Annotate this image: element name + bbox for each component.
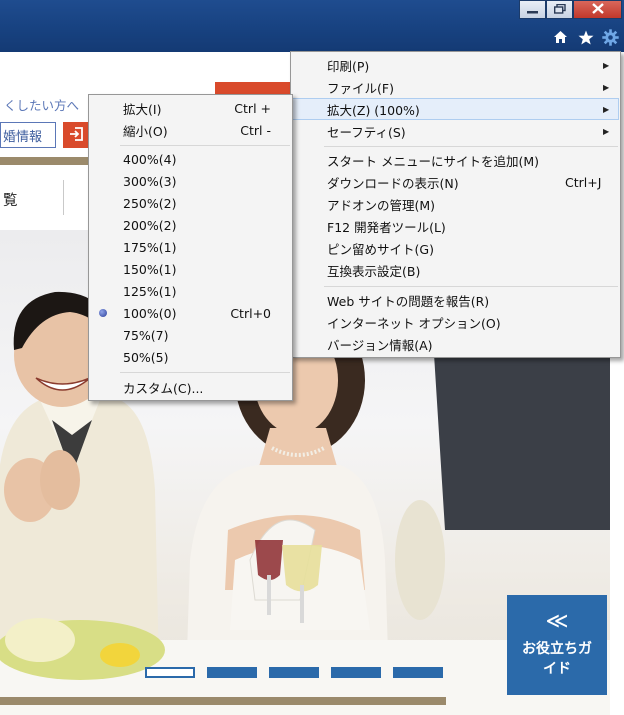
menu-item-shortcut: Ctrl+0 [230,305,271,321]
header-info-button[interactable]: 婚情報 [0,122,56,148]
menu-item-label: 拡大(I) [123,101,162,117]
menu-item-shortcut: Ctrl - [240,122,271,138]
menu-item-view-downloads[interactable]: ダウンロードの表示(N) Ctrl+J [292,171,619,193]
zoom-300-item[interactable]: 300%(3) [90,170,291,192]
menu-item-label: 縮小(O) [123,123,168,139]
menu-item-safety[interactable]: セーフティ(S) ▶ [292,120,619,142]
menu-item-print[interactable]: 印刷(P) ▶ [292,54,619,76]
zoom-100-item[interactable]: 100%(0) Ctrl+0 [90,302,291,324]
menu-item-label: 400%(4) [123,151,177,167]
browser-titlebar [0,0,624,52]
carousel-indicators [145,667,443,678]
close-icon [591,2,604,17]
useful-guide-button[interactable]: ≪ お役立ちガイド [507,595,607,695]
menu-item-developer-tools[interactable]: F12 開発者ツール(L) [292,215,619,237]
menu-item-label: ピン留めサイト(G) [327,241,434,257]
menu-item-label: 250%(2) [123,195,177,211]
zoom-250-item[interactable]: 250%(2) [90,192,291,214]
menu-item-internet-options[interactable]: インターネット オプション(O) [292,311,619,333]
login-icon [69,126,83,144]
menu-item-label: 200%(2) [123,217,177,233]
menu-item-label: ダウンロードの表示(N) [327,175,459,191]
submenu-arrow-icon: ▶ [603,126,610,136]
zoom-in-item[interactable]: 拡大(I) Ctrl + [90,97,291,119]
menu-item-label: アドオンの管理(M) [327,197,436,213]
carousel-dot[interactable] [207,667,257,678]
window-controls [519,0,622,19]
menu-item-compatibility-view[interactable]: 互換表示設定(B) [292,259,619,281]
menu-item-label: 75%(7) [123,327,169,343]
menu-item-label: バージョン情報(A) [327,337,433,353]
tools-gear-icon [602,28,619,49]
menu-separator [120,145,290,146]
maximize-button[interactable] [546,0,573,19]
menu-separator [324,286,618,287]
menu-item-label: スタート メニューにサイトを追加(M) [327,153,540,169]
menu-item-label: 175%(1) [123,239,177,255]
header-link[interactable]: くしたい方へ [4,95,79,114]
maximize-icon [553,2,566,17]
menu-item-label: 印刷(P) [327,58,370,74]
menu-item-label: 100%(0) [123,305,177,321]
zoom-200-item[interactable]: 200%(2) [90,214,291,236]
gold-divider-bottom [0,697,446,705]
menu-item-label: カスタム(C)... [123,380,204,396]
carousel-dot[interactable] [145,667,195,678]
menu-item-label: 互換表示設定(B) [327,263,421,279]
radio-selected-icon [99,309,107,317]
zoom-custom-item[interactable]: カスタム(C)... [90,376,291,398]
favorites-button[interactable] [576,29,595,48]
menu-item-add-site-to-start[interactable]: スタート メニューにサイトを追加(M) [292,149,619,171]
carousel-dot[interactable] [393,667,443,678]
close-button[interactable] [573,0,622,19]
tools-menu: 印刷(P) ▶ ファイル(F) ▶ 拡大(Z) (100%) ▶ セーフティ(S… [290,51,621,358]
zoom-400-item[interactable]: 400%(4) [90,148,291,170]
menu-item-label: 拡大(Z) (100%) [327,102,420,118]
menu-separator [324,146,618,147]
menu-separator [120,372,290,373]
carousel-dot[interactable] [269,667,319,678]
menu-item-label: 150%(1) [123,261,177,277]
menu-item-label: ファイル(F) [327,80,394,96]
menu-item-zoom[interactable]: 拡大(Z) (100%) ▶ [292,98,619,120]
zoom-175-item[interactable]: 175%(1) [90,236,291,258]
login-button[interactable] [63,122,89,148]
zoom-150-item[interactable]: 150%(1) [90,258,291,280]
double-chevron-left-icon: ≪ [545,609,569,634]
tools-button[interactable] [601,28,620,49]
zoom-submenu: 拡大(I) Ctrl + 縮小(O) Ctrl - 400%(4) 300%(3… [88,94,293,401]
menu-item-label: F12 開発者ツール(L) [327,219,446,235]
carousel-dot[interactable] [331,667,381,678]
zoom-75-item[interactable]: 75%(7) [90,324,291,346]
menu-item-file[interactable]: ファイル(F) ▶ [292,76,619,98]
menu-item-label: Web サイトの問題を報告(R) [327,293,490,309]
menu-item-label: 50%(5) [123,349,169,365]
nav-divider [63,180,64,215]
menu-item-label: インターネット オプション(O) [327,315,501,331]
menu-item-label: セーフティ(S) [327,124,406,140]
menu-item-pinned-sites[interactable]: ピン留めサイト(G) [292,237,619,259]
zoom-125-item[interactable]: 125%(1) [90,280,291,302]
submenu-arrow-icon: ▶ [603,104,610,114]
menu-item-report-problem[interactable]: Web サイトの問題を報告(R) [292,289,619,311]
menu-item-manage-addons[interactable]: アドオンの管理(M) [292,193,619,215]
nav-item[interactable]: 覧 [3,189,18,210]
favorites-star-icon [578,30,594,48]
menu-item-label: 300%(3) [123,173,177,189]
menu-item-shortcut: Ctrl + [234,100,271,116]
menu-item-label: 125%(1) [123,283,177,299]
minimize-button[interactable] [519,0,546,19]
minimize-icon [527,2,538,17]
submenu-arrow-icon: ▶ [603,82,610,92]
menu-item-about[interactable]: バージョン情報(A) [292,333,619,355]
zoom-50-item[interactable]: 50%(5) [90,346,291,368]
home-button[interactable] [551,29,570,48]
menu-item-shortcut: Ctrl+J [565,174,602,190]
zoom-out-item[interactable]: 縮小(O) Ctrl - [90,119,291,141]
home-icon [553,30,568,47]
command-icons [551,28,620,49]
guide-label: お役立ちガイド [522,641,592,677]
submenu-arrow-icon: ▶ [603,60,610,70]
